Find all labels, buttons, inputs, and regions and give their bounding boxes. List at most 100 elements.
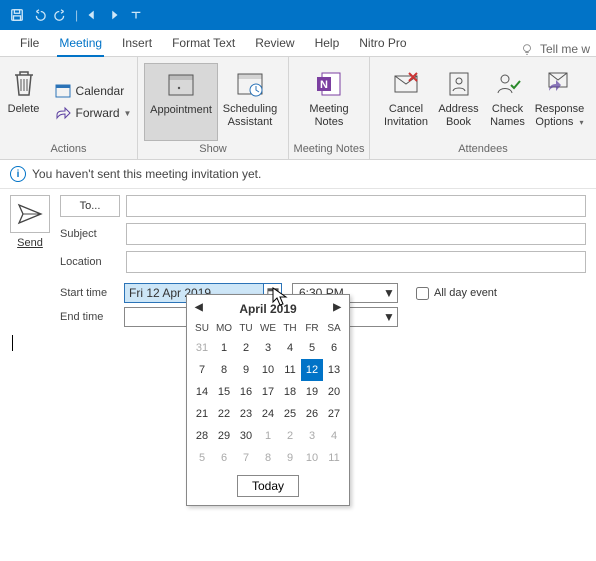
datepicker-day[interactable]: 15 <box>213 381 235 403</box>
datepicker-day[interactable]: 19 <box>301 381 323 403</box>
group-attendees: Cancel Invitation Address Book Check Nam… <box>370 57 596 159</box>
today-button[interactable]: Today <box>237 475 299 497</box>
datepicker-day[interactable]: 5 <box>301 337 323 359</box>
cancel-invitation-label: Cancel Invitation <box>384 103 428 129</box>
svg-text:N: N <box>320 79 328 91</box>
datepicker-day[interactable]: 30 <box>235 425 257 447</box>
datepicker-day[interactable]: 3 <box>257 337 279 359</box>
scheduling-assistant-button[interactable]: Scheduling Assistant <box>218 63 282 141</box>
all-day-label: All day event <box>434 287 497 299</box>
datepicker-day[interactable]: 17 <box>257 381 279 403</box>
datepicker-day[interactable]: 1 <box>257 425 279 447</box>
datepicker-day[interactable]: 27 <box>323 403 345 425</box>
forward-icon <box>54 104 72 122</box>
datepicker-day[interactable]: 8 <box>213 359 235 381</box>
address-book-label: Address Book <box>438 103 478 129</box>
datepicker-day[interactable]: 13 <box>323 359 345 381</box>
datepicker-day[interactable]: 12 <box>301 359 323 381</box>
calendar-button[interactable]: Calendar <box>48 80 138 102</box>
location-field[interactable] <box>126 251 586 273</box>
datepicker-day[interactable]: 23 <box>235 403 257 425</box>
datepicker-day[interactable]: 21 <box>191 403 213 425</box>
tab-file[interactable]: File <box>10 32 49 56</box>
datepicker-day[interactable]: 28 <box>191 425 213 447</box>
save-icon[interactable] <box>6 4 28 26</box>
group-attendees-label: Attendees <box>458 141 508 157</box>
datepicker-day[interactable]: 6 <box>213 447 235 469</box>
datepicker-day[interactable]: 8 <box>257 447 279 469</box>
tab-format-text[interactable]: Format Text <box>162 32 245 56</box>
chevron-down-icon: ▼ <box>381 286 397 300</box>
all-day-input[interactable] <box>416 287 429 300</box>
appointment-icon <box>164 68 198 102</box>
to-button[interactable]: To... <box>60 195 120 217</box>
datepicker-day[interactable]: 2 <box>279 425 301 447</box>
redo-icon[interactable] <box>50 4 72 26</box>
subject-field[interactable] <box>126 223 586 245</box>
prev-item-icon[interactable] <box>81 4 103 26</box>
datepicker-day[interactable]: 3 <box>301 425 323 447</box>
datepicker-day[interactable]: 18 <box>279 381 301 403</box>
datepicker-day[interactable]: 4 <box>279 337 301 359</box>
forward-label: Forward <box>76 106 120 120</box>
group-meeting-notes-label: Meeting Notes <box>294 141 365 157</box>
appointment-button[interactable]: Appointment <box>144 63 218 141</box>
to-field[interactable] <box>126 195 586 217</box>
datepicker-day[interactable]: 16 <box>235 381 257 403</box>
datepicker-day[interactable]: 4 <box>323 425 345 447</box>
check-names-button[interactable]: Check Names <box>484 63 532 141</box>
datepicker-day[interactable]: 22 <box>213 403 235 425</box>
datepicker-month-label: April 2019 <box>239 302 296 316</box>
lightbulb-icon <box>520 42 534 56</box>
datepicker-day[interactable]: 1 <box>213 337 235 359</box>
datepicker-day[interactable]: 24 <box>257 403 279 425</box>
datepicker-day[interactable]: 29 <box>213 425 235 447</box>
response-options-icon <box>543 67 577 101</box>
meeting-notes-label: Meeting Notes <box>309 103 348 129</box>
appointment-label: Appointment <box>150 104 212 117</box>
customize-qat-icon[interactable] <box>125 4 147 26</box>
datepicker-day[interactable]: 26 <box>301 403 323 425</box>
tab-meeting[interactable]: Meeting <box>49 32 112 56</box>
separator: | <box>75 8 78 22</box>
calendar-label: Calendar <box>76 84 125 98</box>
info-bar: i You haven't sent this meeting invitati… <box>0 160 596 189</box>
cancel-invitation-icon <box>389 67 423 101</box>
cancel-invitation-button[interactable]: Cancel Invitation <box>379 63 434 141</box>
undo-icon[interactable] <box>28 4 50 26</box>
datepicker-day[interactable]: 9 <box>279 447 301 469</box>
response-options-button[interactable]: Response Options ▾ <box>532 63 588 141</box>
datepicker-day[interactable]: 20 <box>323 381 345 403</box>
datepicker-day[interactable]: 9 <box>235 359 257 381</box>
send-button[interactable] <box>10 195 50 233</box>
address-book-button[interactable]: Address Book <box>434 63 484 141</box>
datepicker-day[interactable]: 31 <box>191 337 213 359</box>
tab-review[interactable]: Review <box>245 32 304 56</box>
datepicker-day[interactable]: 2 <box>235 337 257 359</box>
next-month-button[interactable]: ▶ <box>333 302 341 313</box>
datepicker-day[interactable]: 11 <box>323 447 345 469</box>
text-caret <box>12 335 13 351</box>
next-item-icon[interactable] <box>103 4 125 26</box>
tab-help[interactable]: Help <box>305 32 350 56</box>
datepicker-day[interactable]: 6 <box>323 337 345 359</box>
datepicker-day[interactable]: 7 <box>191 359 213 381</box>
tab-nitro-pro[interactable]: Nitro Pro <box>349 32 416 56</box>
start-time-label: Start time <box>60 287 124 299</box>
datepicker-day[interactable]: 10 <box>301 447 323 469</box>
tell-me-search[interactable]: Tell me w <box>520 42 596 56</box>
datepicker-day[interactable]: 7 <box>235 447 257 469</box>
prev-month-button[interactable]: ◀ <box>195 302 203 313</box>
datepicker-dow: TU <box>235 319 257 337</box>
datepicker-day[interactable]: 25 <box>279 403 301 425</box>
meeting-notes-button[interactable]: N Meeting Notes <box>295 63 363 141</box>
datepicker-day[interactable]: 10 <box>257 359 279 381</box>
datepicker-day[interactable]: 5 <box>191 447 213 469</box>
delete-button[interactable]: Delete <box>0 63 48 141</box>
datepicker-day[interactable]: 14 <box>191 381 213 403</box>
all-day-checkbox[interactable]: All day event <box>412 284 497 303</box>
scheduling-assistant-icon <box>233 67 267 101</box>
tab-insert[interactable]: Insert <box>112 32 162 56</box>
datepicker-day[interactable]: 11 <box>279 359 301 381</box>
forward-button[interactable]: Forward ▼ <box>48 102 138 124</box>
